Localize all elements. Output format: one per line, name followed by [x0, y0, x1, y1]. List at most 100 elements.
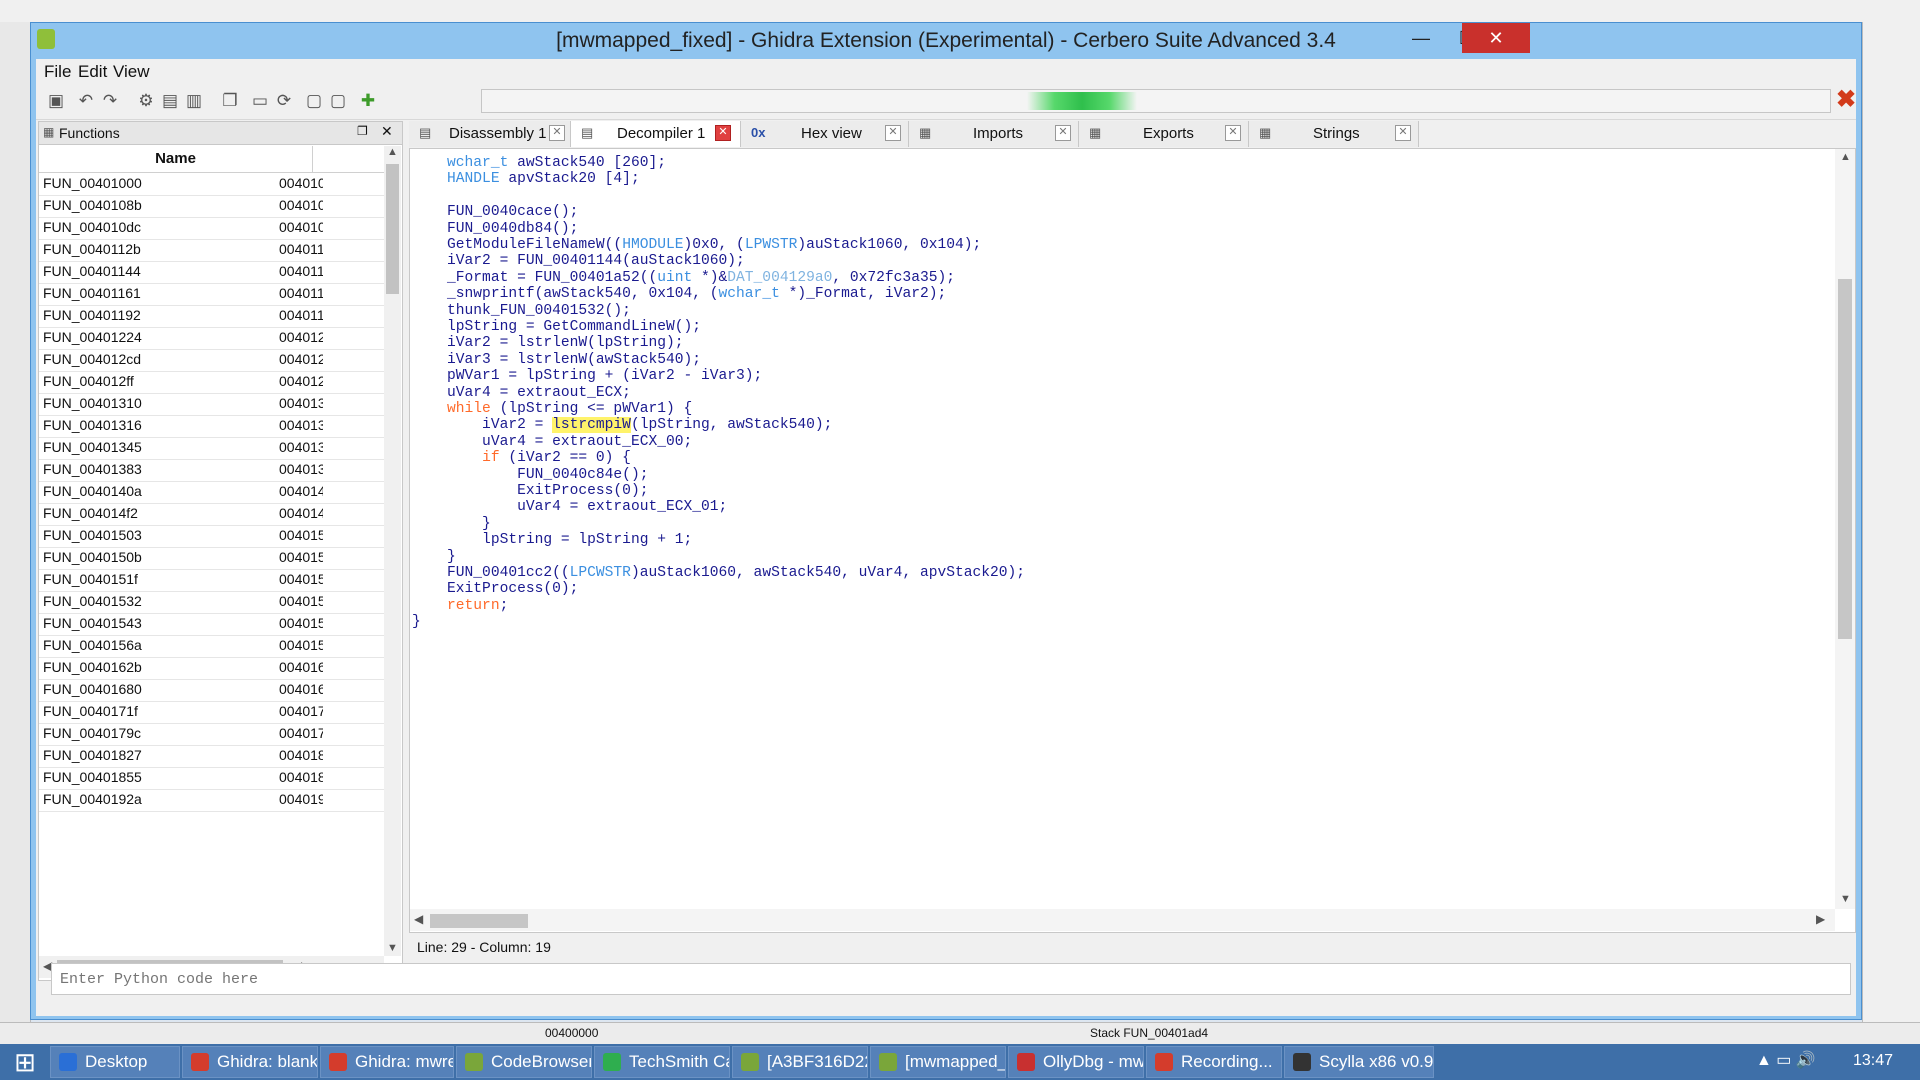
- function-row[interactable]: FUN_00401310 00401310: [39, 393, 384, 416]
- menu-edit[interactable]: Edit: [78, 62, 107, 82]
- code-line[interactable]: GetModuleFileNameW((HMODULE)0x0, (LPWSTR…: [412, 237, 981, 255]
- minimize-button[interactable]: —: [1398, 23, 1444, 53]
- close-tab-icon[interactable]: ✕: [1395, 125, 1411, 141]
- code-line[interactable]: _Format = FUN_00401a52((uint *)&DAT_0041…: [412, 270, 955, 288]
- scroll-down-icon[interactable]: ▼: [387, 942, 398, 954]
- function-row[interactable]: FUN_004010dc 004010dc: [39, 217, 384, 240]
- taskbar-item[interactable]: Ghidra: mwrev: [320, 1046, 454, 1078]
- code-line[interactable]: lpString = GetCommandLineW();: [412, 319, 701, 337]
- code-line[interactable]: ExitProcess(0);: [412, 483, 648, 501]
- taskbar-item[interactable]: Recording...: [1146, 1046, 1282, 1078]
- column-divider[interactable]: [312, 146, 313, 172]
- code-line[interactable]: }: [412, 516, 491, 534]
- taskbar-item[interactable]: CodeBrowser: ...: [456, 1046, 592, 1078]
- function-row[interactable]: FUN_004014f2 004014f2: [39, 503, 384, 526]
- function-row[interactable]: FUN_00401161 00401161: [39, 283, 384, 306]
- start-button[interactable]: ⊞: [0, 1044, 50, 1080]
- code-vertical-scrollbar[interactable]: ▲ ▼: [1835, 149, 1855, 909]
- function-row[interactable]: FUN_00401680 00401680: [39, 679, 384, 702]
- code-line[interactable]: uVar4 = extraout_ECX_01;: [412, 499, 727, 517]
- function-row[interactable]: FUN_00401224 00401224: [39, 327, 384, 350]
- stop-icon[interactable]: ✖: [1836, 87, 1856, 113]
- copy-icon[interactable]: ❐: [218, 89, 242, 113]
- function-row[interactable]: FUN_0040192a 0040192a: [39, 789, 384, 812]
- title-bar[interactable]: [mwmapped_fixed] - Ghidra Extension (Exp…: [31, 23, 1861, 59]
- code-line[interactable]: thunk_FUN_00401532();: [412, 303, 631, 321]
- function-row[interactable]: FUN_004012cd 004012cd: [39, 349, 384, 372]
- function-row[interactable]: FUN_0040108b 0040108b: [39, 195, 384, 218]
- menu-view[interactable]: View: [113, 62, 150, 82]
- code-line[interactable]: FUN_00401cc2((LPCWSTR)auStack1060, awSta…: [412, 565, 1025, 583]
- scroll-right-icon[interactable]: ▶: [1816, 912, 1825, 926]
- functions-vertical-scrollbar[interactable]: ▲ ▼: [384, 146, 401, 956]
- function-row[interactable]: FUN_0040179c 0040179c: [39, 723, 384, 746]
- code-lines[interactable]: wchar_t awStack540 [260]; HANDLE apvStac…: [410, 155, 1830, 875]
- function-row[interactable]: FUN_0040150b 0040150b: [39, 547, 384, 570]
- code-line[interactable]: wchar_t awStack540 [260];: [412, 155, 666, 173]
- panel-float-icon[interactable]: ❐: [357, 124, 368, 138]
- menu-file[interactable]: File: [44, 62, 71, 82]
- python-input[interactable]: [51, 963, 1851, 995]
- close-tab-icon[interactable]: ✕: [1225, 125, 1241, 141]
- scroll-up-icon[interactable]: ▲: [1840, 151, 1851, 163]
- save-icon[interactable]: ▣: [44, 89, 68, 113]
- functions-scroll-thumb[interactable]: [386, 164, 399, 294]
- code-line[interactable]: }: [412, 549, 456, 567]
- code-hscroll-thumb[interactable]: [430, 914, 528, 928]
- page-icon[interactable]: ▤: [158, 89, 182, 113]
- code-line[interactable]: _snwprintf(awStack540, 0x104, (wchar_t *…: [412, 286, 946, 304]
- code-line[interactable]: return;: [412, 598, 508, 616]
- taskbar-item[interactable]: Scylla x86 v0.9....: [1284, 1046, 1434, 1078]
- taskbar-item[interactable]: [A3BF316D225...: [732, 1046, 868, 1078]
- function-row[interactable]: FUN_0040151f 0040151f: [39, 569, 384, 592]
- function-row[interactable]: FUN_004012ff 004012ff: [39, 371, 384, 394]
- name-column-header[interactable]: Name: [39, 146, 384, 173]
- function-row[interactable]: FUN_00401827 00401827: [39, 745, 384, 768]
- redo-icon[interactable]: ↷: [98, 89, 122, 113]
- code-line[interactable]: lpString = lpString + 1;: [412, 532, 692, 550]
- close-tab-icon[interactable]: ✕: [885, 125, 901, 141]
- taskbar-item[interactable]: [mwmapped_fi...: [870, 1046, 1006, 1078]
- tab-strings[interactable]: ▦ Strings ✕: [1249, 121, 1419, 147]
- system-tray[interactable]: ▲ ▭ 🔊: [1756, 1050, 1816, 1070]
- function-row[interactable]: FUN_00401144 00401144: [39, 261, 384, 284]
- function-row[interactable]: FUN_0040112b 0040112b: [39, 239, 384, 262]
- taskbar-item[interactable]: TechSmith Ca...: [594, 1046, 730, 1078]
- code-line[interactable]: iVar2 = FUN_00401144(auStack1060);: [412, 253, 745, 271]
- function-row[interactable]: FUN_00401000 00401000: [39, 173, 384, 196]
- close-tab-icon[interactable]: ✕: [549, 125, 565, 141]
- undo-icon[interactable]: ↶: [74, 89, 98, 113]
- function-row[interactable]: FUN_00401532 00401532: [39, 591, 384, 614]
- code-line[interactable]: while (lpString <= pWVar1) {: [412, 401, 692, 419]
- code-line[interactable]: iVar2 = lstrlenW(lpString);: [412, 335, 683, 353]
- function-row[interactable]: FUN_00401543 00401543: [39, 613, 384, 636]
- tab-imports[interactable]: ▦ Imports ✕: [909, 121, 1079, 147]
- code-line[interactable]: uVar4 = extraout_ECX_00;: [412, 434, 692, 452]
- function-row[interactable]: FUN_00401192 00401192: [39, 305, 384, 328]
- function-row[interactable]: FUN_00401503 00401503: [39, 525, 384, 548]
- function-row[interactable]: FUN_00401316 00401316: [39, 415, 384, 438]
- code-line[interactable]: uVar4 = extraout_ECX;: [412, 385, 631, 403]
- code-line[interactable]: FUN_0040cace();: [412, 204, 578, 222]
- tab-decompiler[interactable]: ▤ Decompiler 1 ✕: [571, 121, 741, 147]
- code-line[interactable]: iVar3 = lstrlenW(awStack540);: [412, 352, 701, 370]
- function-row[interactable]: FUN_0040156a 0040156a: [39, 635, 384, 658]
- tab-disassembly[interactable]: ▤ Disassembly 1 ✕: [409, 121, 571, 147]
- panel-close-icon[interactable]: ✕: [381, 123, 393, 140]
- close-tab-icon[interactable]: ✕: [715, 125, 731, 141]
- code-line[interactable]: }: [412, 614, 421, 632]
- function-row[interactable]: FUN_00401345 00401345: [39, 437, 384, 460]
- code-line[interactable]: FUN_0040c84e();: [412, 467, 648, 485]
- close-button[interactable]: ✕: [1462, 23, 1530, 53]
- function-row[interactable]: FUN_0040162b 0040162b: [39, 657, 384, 680]
- plugin-icon[interactable]: ▥: [182, 89, 206, 113]
- layout-icon[interactable]: ▢: [302, 89, 326, 113]
- run-icon[interactable]: ✚: [356, 89, 380, 113]
- gear-icon[interactable]: ⚙: [134, 89, 158, 113]
- layout2-icon[interactable]: ▢: [326, 89, 350, 113]
- scroll-up-icon[interactable]: ▲: [387, 146, 398, 158]
- tab-exports[interactable]: ▦ Exports ✕: [1079, 121, 1249, 147]
- window-icon[interactable]: ▭: [248, 89, 272, 113]
- code-line[interactable]: if (iVar2 == 0) {: [412, 450, 631, 468]
- code-line[interactable]: iVar2 = lstrcmpiW(lpString, awStack540);: [412, 417, 832, 435]
